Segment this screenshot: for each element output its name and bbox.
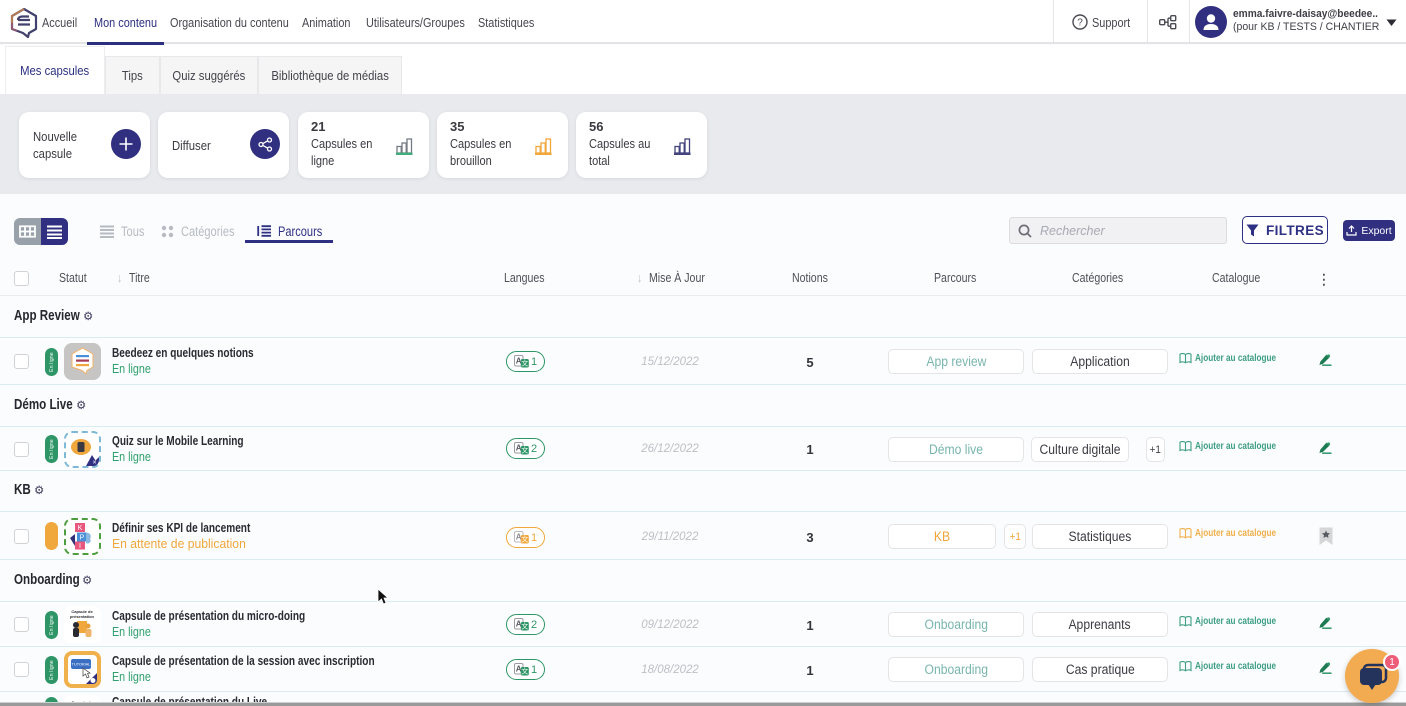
svg-text:×: × xyxy=(92,460,96,467)
svg-text:文: 文 xyxy=(521,359,528,368)
svg-text:文: 文 xyxy=(521,622,528,631)
svg-text:文: 文 xyxy=(521,446,528,455)
svg-text:I: I xyxy=(79,543,81,550)
svg-text:P: P xyxy=(80,535,85,542)
svg-text:?: ? xyxy=(1077,18,1083,29)
svg-text:présentation: présentation xyxy=(70,614,95,619)
svg-text:TUTORIAL: TUTORIAL xyxy=(72,663,91,667)
svg-text:文: 文 xyxy=(521,535,528,544)
svg-text:K: K xyxy=(78,525,83,532)
svg-text:文: 文 xyxy=(521,667,528,676)
